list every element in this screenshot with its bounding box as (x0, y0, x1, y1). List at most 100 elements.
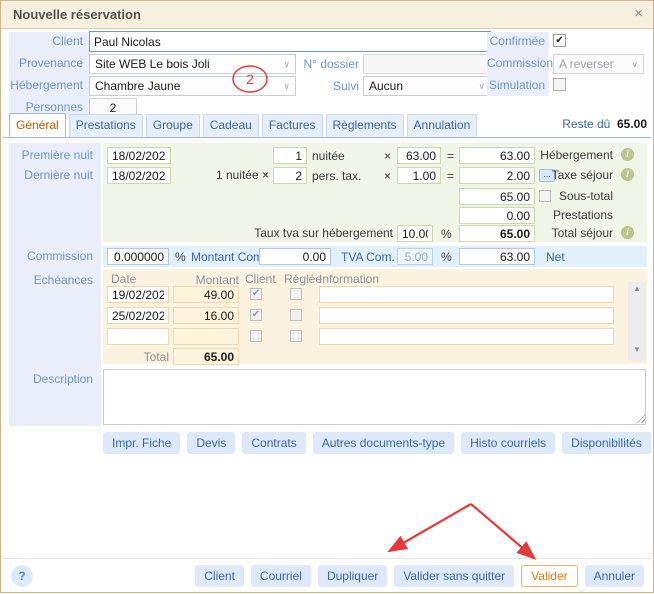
equals-sign: = (447, 149, 454, 163)
help-button[interactable]: ? (11, 565, 33, 587)
net-input[interactable] (459, 248, 535, 265)
dialog-title: Nouvelle réservation (13, 1, 141, 28)
valider-button[interactable]: Valider (521, 565, 577, 587)
echeance-information-input[interactable] (319, 286, 614, 303)
taxe-prefix-label: 1 nuitée × (171, 167, 269, 184)
client-button[interactable]: Client (195, 565, 244, 587)
commission-taux-input[interactable] (107, 248, 169, 265)
suivi-select[interactable]: Aucun ∨ (363, 76, 491, 96)
tab-cadeau[interactable]: Cadeau (203, 114, 259, 137)
dupliquer-button[interactable]: Dupliquer (318, 565, 387, 587)
scroll-up-icon[interactable] (628, 284, 646, 298)
confirmee-checkbox[interactable] (553, 34, 566, 47)
provenance-label: Provenance (9, 55, 83, 72)
info-icon[interactable] (621, 226, 634, 239)
simulation-checkbox[interactable] (553, 78, 566, 91)
tab-prestations[interactable]: Prestations (69, 114, 143, 137)
echeance-client-checkbox[interactable] (250, 288, 262, 300)
premiere-nuit-label: Première nuit (9, 147, 93, 164)
echeance-date-input[interactable] (107, 328, 169, 345)
tab-groupe[interactable]: Groupe (146, 114, 200, 137)
annuler-button[interactable]: Annuler (585, 565, 644, 587)
tab-general[interactable]: Général (9, 113, 66, 137)
taux-tva-label: Taux tva sur hébergement (231, 225, 393, 242)
echeances-scrollbar[interactable] (628, 282, 646, 361)
tab-annulation[interactable]: Annulation (407, 114, 478, 137)
prestations-input[interactable] (459, 207, 535, 224)
commission-label: Commission (487, 55, 545, 72)
provenance-select[interactable]: Site WEB Le bois Joli ∨ (89, 54, 296, 74)
client-input[interactable] (89, 31, 491, 52)
echeance-montant-input[interactable] (173, 307, 239, 324)
courriel-button[interactable]: Courriel (251, 565, 311, 587)
info-icon[interactable] (621, 148, 634, 161)
derniere-nuit-date-input[interactable] (107, 167, 171, 184)
total-sejour-input[interactable] (459, 225, 535, 242)
scroll-down-icon[interactable] (628, 345, 646, 359)
nuitee-qty-input[interactable] (273, 147, 307, 164)
pers-tax-qty-input[interactable] (273, 167, 307, 184)
tabbar-divider (3, 137, 651, 138)
echeance-information-input[interactable] (319, 328, 614, 345)
chevron-down-icon: ∨ (283, 58, 290, 70)
taxe-total-input[interactable] (459, 167, 535, 184)
tab-factures[interactable]: Factures (262, 114, 323, 137)
premiere-nuit-date-input[interactable] (107, 147, 171, 164)
hebergement-rate-input[interactable] (397, 147, 441, 164)
commission-row-label: Commission (9, 248, 93, 265)
hebergement-label: Hébergement (9, 77, 83, 94)
autres-documents-button[interactable]: Autres documents-type (313, 432, 454, 454)
percent-sign: % (441, 250, 452, 264)
echeance-information-input[interactable] (319, 307, 614, 324)
taxe-sejour-row-label: Taxe séjour (537, 167, 613, 184)
provenance-value: Site WEB Le bois Joli (95, 57, 210, 71)
sous-total-input[interactable] (459, 188, 535, 205)
echeance-montant-input[interactable] (173, 286, 239, 303)
taux-tva-input[interactable] (397, 225, 433, 242)
tva-com-label: TVA Com. (341, 250, 395, 264)
echeance-reglee-checkbox[interactable] (290, 309, 302, 321)
close-icon[interactable]: × (634, 1, 643, 27)
devis-button[interactable]: Devis (187, 432, 235, 454)
histo-courriels-button[interactable]: Histo courriels (461, 432, 555, 454)
taxe-rate-input[interactable] (397, 167, 441, 184)
echeances-total-input[interactable] (173, 348, 239, 365)
reste-du-label: Reste dû (562, 117, 610, 131)
hebergement-total-input[interactable] (459, 147, 535, 164)
valider-sans-quitter-button[interactable]: Valider sans quitter (394, 565, 514, 587)
contrats-button[interactable]: Contrats (242, 432, 305, 454)
prestations-label: Prestations (537, 207, 613, 224)
description-textarea[interactable] (103, 369, 646, 425)
chevron-down-icon: ∨ (631, 58, 638, 70)
echeances-label: Echéances (9, 272, 93, 289)
no-dossier-input[interactable] (363, 54, 491, 74)
disponibilites-button[interactable]: Disponibilités (562, 432, 651, 454)
echeance-date-input[interactable] (107, 307, 169, 324)
info-icon[interactable] (621, 168, 634, 181)
equals-sign: = (447, 169, 454, 183)
top-left-label-block: Client Provenance Hébergement Personnes (9, 32, 89, 118)
echeance-client-checkbox[interactable] (250, 309, 262, 321)
tva-com-input[interactable] (397, 248, 433, 265)
echeance-reglee-checkbox[interactable] (290, 288, 302, 300)
montant-com-input[interactable] (259, 248, 331, 265)
echeance-client-checkbox[interactable] (250, 330, 262, 342)
confirmee-label: Confirmée (487, 33, 545, 50)
multiply-sign: × (384, 169, 391, 183)
echeance-montant-input[interactable] (173, 328, 239, 345)
impr-fiche-button[interactable]: Impr. Fiche (103, 432, 180, 454)
derniere-nuit-label: Dernière nuit (9, 167, 93, 184)
tabbar: Général Prestations Groupe Cadeau Factur… (9, 114, 477, 137)
hebergement-select[interactable]: Chambre Jaune ∨ (89, 76, 296, 96)
echeance-reglee-checkbox[interactable] (290, 330, 302, 342)
echeances-total-label: Total (105, 349, 169, 366)
dialog-titlebar: Nouvelle réservation × (1, 1, 653, 29)
percent-sign: % (175, 250, 186, 264)
tab-reglements[interactable]: Règlements (326, 114, 404, 137)
percent-sign: % (441, 227, 452, 241)
no-dossier-label: N° dossier (297, 56, 359, 73)
echeance-date-input[interactable] (107, 286, 169, 303)
sous-total-label: Sous-total (537, 188, 613, 205)
net-label: Net (546, 250, 565, 264)
commission-select[interactable]: A reverser ∨ (553, 54, 644, 74)
